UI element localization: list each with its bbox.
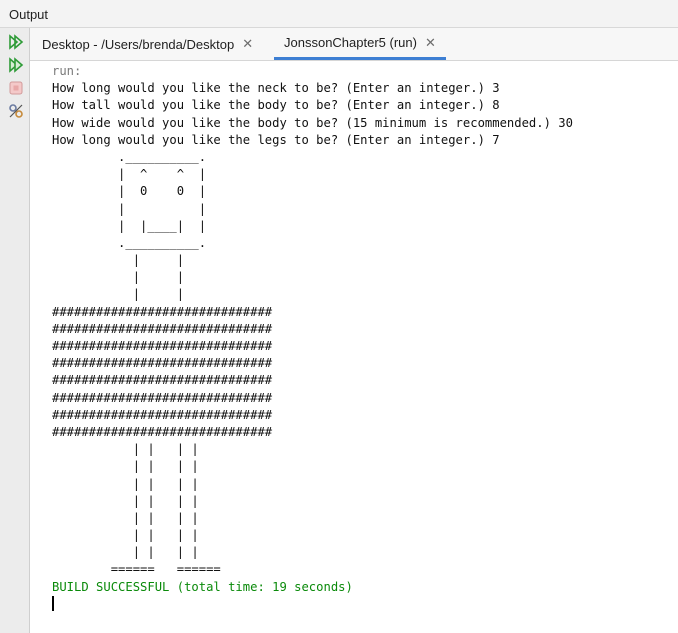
art-line: | | | | — [52, 476, 199, 491]
output-title-bar: Output — [0, 0, 678, 28]
output-title: Output — [9, 7, 49, 22]
art-line: | | | | — [52, 442, 199, 457]
art-line: ############################## — [52, 339, 273, 353]
input-line[interactable] — [52, 595, 573, 613]
art-line: | | — [52, 201, 207, 216]
art-line: | | | | — [52, 493, 199, 508]
art-line: ############################## — [52, 356, 273, 371]
run-label: run: — [52, 64, 82, 78]
close-icon[interactable]: ✕ — [242, 36, 253, 52]
art-line: | | | | — [52, 510, 199, 525]
art-line: | 0 0 | — [52, 184, 207, 199]
close-icon[interactable]: ✕ — [425, 35, 436, 51]
art-line: .__________. — [52, 149, 207, 164]
art-line: | ^ ^ | — [52, 167, 207, 182]
output-toolbar — [0, 28, 30, 633]
art-line: .__________. — [52, 235, 207, 250]
tab-desktop[interactable]: Desktop - /Users/brenda/Desktop ✕ — [32, 28, 263, 60]
art-line: ====== ====== — [52, 562, 221, 577]
rerun-icon[interactable] — [7, 33, 25, 51]
build-status: BUILD SUCCESSFUL (total time: 19 seconds… — [52, 579, 353, 594]
settings-icon[interactable] — [7, 102, 25, 120]
console-text: run: How long would you like the neck to … — [52, 63, 573, 613]
output-console[interactable]: run: How long would you like the neck to … — [30, 61, 678, 633]
art-line: | |____| | — [52, 218, 207, 233]
body-width-prompt-line: How wide would you like the body to be? … — [52, 115, 573, 130]
art-line: | | | | — [52, 528, 199, 543]
art-line: | | — [52, 270, 185, 285]
tab-jonsson-chapter5-run[interactable]: JonssonChapter5 (run) ✕ — [274, 28, 446, 60]
neck-prompt-line: How long would you like the neck to be? … — [52, 81, 500, 96]
art-line: ############################## — [52, 321, 273, 336]
art-line: ############################## — [52, 373, 273, 388]
stop-icon[interactable] — [7, 79, 25, 97]
art-line: | | | | — [52, 459, 199, 474]
art-line: ############################## — [52, 390, 273, 405]
art-line: | | | | — [52, 545, 199, 560]
rerun-with-options-icon[interactable] — [7, 56, 25, 74]
text-cursor — [52, 595, 54, 611]
art-line: ############################## — [52, 304, 273, 319]
tab-desktop-label: Desktop - /Users/brenda/Desktop — [42, 36, 235, 52]
tab-jonsson-chapter5-run-label: JonssonChapter5 (run) — [284, 35, 417, 50]
art-line: | | — [52, 253, 185, 268]
art-line: ############################## — [52, 424, 273, 439]
art-line: ############################## — [52, 407, 273, 422]
output-tab-bar: Desktop - /Users/brenda/Desktop ✕ Jonsso… — [30, 28, 678, 61]
art-line: | | — [52, 287, 185, 302]
legs-prompt-line: How long would you like the legs to be? … — [52, 132, 500, 147]
body-height-prompt-line: How tall would you like the body to be? … — [52, 98, 500, 113]
